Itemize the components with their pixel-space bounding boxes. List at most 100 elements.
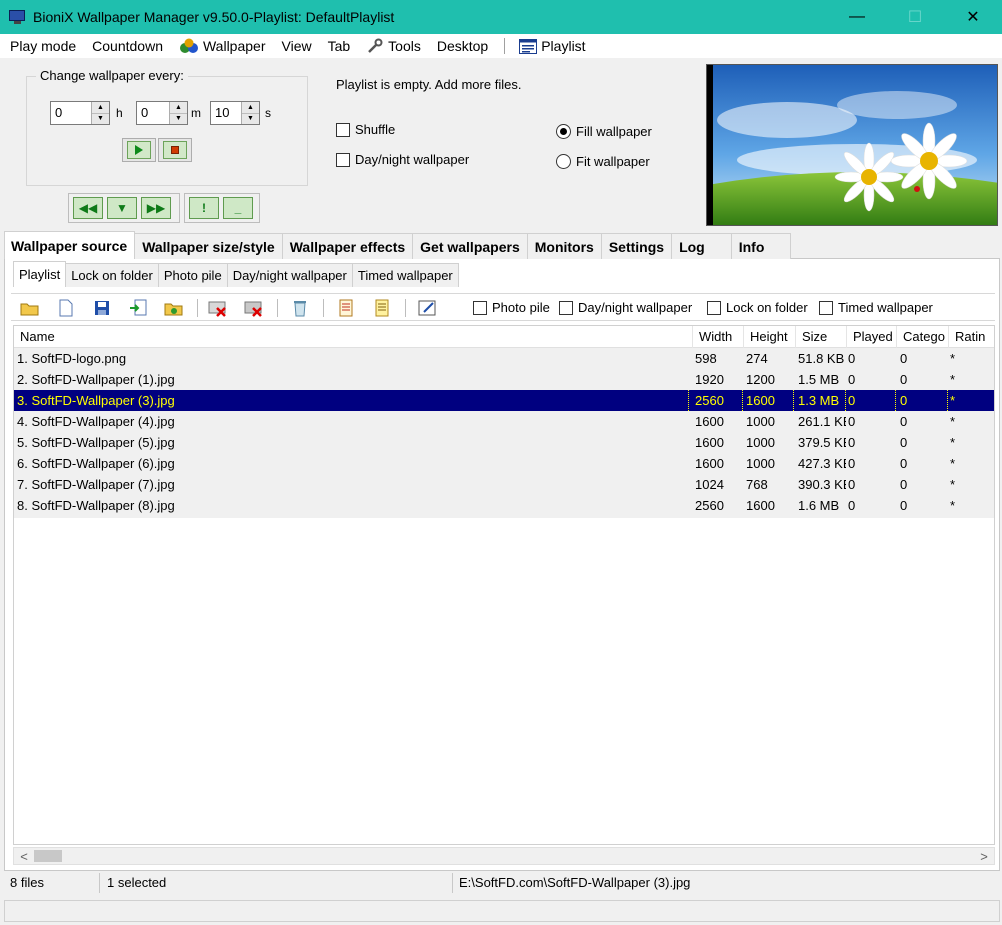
column-height[interactable]: Height bbox=[743, 326, 795, 348]
scroll-left-icon[interactable]: < bbox=[15, 848, 33, 864]
previous-wallpaper-button[interactable]: ◀◀ bbox=[73, 197, 103, 219]
fill-radio-circle bbox=[556, 124, 571, 139]
seconds-down-arrow-icon[interactable]: ▼ bbox=[242, 113, 259, 124]
subtab-day-night[interactable]: Day/night wallpaper bbox=[226, 263, 353, 287]
recycle-bin-icon[interactable] bbox=[289, 298, 311, 318]
fit-wallpaper-radio[interactable]: Fit wallpaper bbox=[556, 154, 650, 169]
menu-playlist[interactable]: Playlist bbox=[511, 34, 593, 58]
cell-name: 2. SoftFD-Wallpaper (1).jpg bbox=[17, 372, 175, 387]
table-row[interactable]: 3. SoftFD-Wallpaper (3).jpg 2560 1600 1.3 M… bbox=[14, 390, 994, 411]
column-size[interactable]: Size bbox=[795, 326, 846, 348]
close-button[interactable]: ✕ bbox=[944, 0, 1002, 34]
menu-play-mode[interactable]: Play mode bbox=[0, 34, 84, 58]
lock-on-folder-filter-checkbox[interactable]: Lock on folder bbox=[707, 300, 808, 315]
open-folder-icon[interactable] bbox=[19, 298, 41, 318]
menu-playlist-label: Playlist bbox=[541, 38, 586, 54]
import-icon[interactable] bbox=[127, 298, 149, 318]
tab-wallpaper-size-style[interactable]: Wallpaper size/style bbox=[134, 233, 283, 259]
table-row[interactable]: 7. SoftFD-Wallpaper (7).jpg 1024 768 390.3 … bbox=[14, 474, 994, 495]
cell-size: 1.6 MB bbox=[798, 498, 840, 513]
playlist-table[interactable]: Name Width Height Size Played Catego Rat… bbox=[13, 325, 995, 845]
fill-wallpaper-radio[interactable]: Fill wallpaper bbox=[556, 124, 652, 139]
hours-up-arrow-icon[interactable]: ▲ bbox=[92, 102, 109, 114]
menu-view[interactable]: View bbox=[274, 34, 320, 58]
tab-wallpaper-source[interactable]: Wallpaper source bbox=[4, 231, 136, 259]
next-wallpaper-button[interactable]: ▶▶ bbox=[141, 197, 171, 219]
timed-filter-checkbox[interactable]: Timed wallpaper bbox=[819, 300, 933, 315]
table-row[interactable]: 1. SoftFD-logo.png 598 274 51.8 KB 0 0 * bbox=[14, 348, 994, 369]
subtab-timed-wallpaper[interactable]: Timed wallpaper bbox=[351, 263, 459, 287]
next-down-button[interactable]: ▼ bbox=[107, 197, 137, 219]
daynight-checkbox[interactable]: Day/night wallpaper bbox=[336, 152, 469, 167]
play-icon bbox=[135, 145, 143, 155]
cell-played: 0 bbox=[848, 477, 856, 492]
tab-wallpaper-effects[interactable]: Wallpaper effects bbox=[281, 233, 414, 259]
main-tab-strip: Wallpaper source Wallpaper size/style Wa… bbox=[4, 231, 1000, 259]
cell-width: 1600 bbox=[695, 435, 724, 450]
cell-size: 390.3 KB bbox=[798, 477, 846, 492]
maximize-button[interactable]: ☐ bbox=[886, 0, 944, 34]
minimize-to-tray-button[interactable]: _ bbox=[223, 197, 253, 219]
cell-name: 8. SoftFD-Wallpaper (8).jpg bbox=[17, 498, 175, 513]
table-row[interactable]: 8. SoftFD-Wallpaper (8).jpg 2560 1600 1.6 M… bbox=[14, 495, 994, 516]
hours-down-arrow-icon[interactable]: ▼ bbox=[92, 113, 109, 124]
day-night-filter-checkbox[interactable]: Day/night wallpaper bbox=[559, 300, 692, 315]
cell-height: 768 bbox=[746, 477, 768, 492]
minutes-down-arrow-icon[interactable]: ▼ bbox=[170, 113, 187, 124]
shuffle-checkbox[interactable]: Shuffle bbox=[336, 122, 395, 137]
menu-countdown[interactable]: Countdown bbox=[84, 34, 171, 58]
minimize-button[interactable]: — bbox=[828, 0, 886, 34]
tab-info[interactable]: Info bbox=[730, 233, 792, 259]
table-row[interactable]: 2. SoftFD-Wallpaper (1).jpg 1920 1200 1.5 M… bbox=[14, 369, 994, 390]
tab-get-wallpapers[interactable]: Get wallpapers bbox=[412, 233, 528, 259]
photo-pile-filter-checkbox[interactable]: Photo pile bbox=[473, 300, 550, 315]
status-bar: 8 files 1 selected E:\SoftFD.com\SoftFD-… bbox=[4, 871, 1000, 895]
tab-log[interactable]: Log bbox=[671, 233, 732, 259]
status-file-count: 8 files bbox=[4, 873, 100, 893]
column-name[interactable]: Name bbox=[14, 326, 692, 348]
table-row[interactable]: 4. SoftFD-Wallpaper (4).jpg 1600 1000 261.1… bbox=[14, 411, 994, 432]
menu-wallpaper[interactable]: Wallpaper bbox=[171, 34, 274, 58]
table-row[interactable]: 5. SoftFD-Wallpaper (5).jpg 1600 1000 379.5… bbox=[14, 432, 994, 453]
cell-played: 0 bbox=[848, 498, 856, 513]
properties-icon[interactable] bbox=[335, 298, 357, 318]
column-rating[interactable]: Ratin bbox=[948, 326, 994, 348]
minutes-stepper[interactable]: 0 ▲ ▼ bbox=[136, 101, 188, 125]
seconds-up-arrow-icon[interactable]: ▲ bbox=[242, 102, 259, 114]
table-row[interactable]: 6. SoftFD-Wallpaper (6).jpg 1600 1000 427.3… bbox=[14, 453, 994, 474]
scrollbar-thumb[interactable] bbox=[34, 850, 62, 862]
stop-icon bbox=[171, 146, 179, 154]
horizontal-scrollbar[interactable]: < > bbox=[13, 847, 995, 865]
remove-all-icon[interactable] bbox=[243, 298, 265, 318]
minutes-up-arrow-icon[interactable]: ▲ bbox=[170, 102, 187, 114]
save-icon[interactable] bbox=[91, 298, 113, 318]
alert-button[interactable]: ! bbox=[189, 197, 219, 219]
hours-stepper[interactable]: 0 ▲ ▼ bbox=[50, 101, 110, 125]
add-folder-icon[interactable] bbox=[163, 298, 185, 318]
cell-played: 0 bbox=[848, 351, 856, 366]
cell-height: 1000 bbox=[746, 456, 775, 471]
column-width[interactable]: Width bbox=[692, 326, 743, 348]
play-button[interactable] bbox=[122, 138, 156, 162]
tab-settings[interactable]: Settings bbox=[600, 233, 673, 259]
column-played[interactable]: Played bbox=[846, 326, 896, 348]
column-category[interactable]: Catego bbox=[896, 326, 948, 348]
notes-icon[interactable] bbox=[371, 298, 393, 318]
stop-button[interactable] bbox=[158, 138, 192, 162]
cell-rating: * bbox=[950, 390, 994, 411]
subtab-lock-on-folder[interactable]: Lock on folder bbox=[65, 263, 159, 287]
tab-monitors[interactable]: Monitors bbox=[526, 233, 602, 259]
remove-item-icon[interactable] bbox=[207, 298, 229, 318]
menu-desktop[interactable]: Desktop bbox=[429, 34, 496, 58]
subtab-photo-pile[interactable]: Photo pile bbox=[157, 263, 228, 287]
new-file-icon[interactable] bbox=[55, 298, 77, 318]
edit-list-icon[interactable] bbox=[417, 298, 439, 318]
menu-tools[interactable]: Tools bbox=[358, 34, 429, 58]
scroll-right-icon[interactable]: > bbox=[975, 848, 993, 864]
menu-tab[interactable]: Tab bbox=[320, 34, 359, 58]
wallpaper-preview[interactable] bbox=[706, 64, 998, 226]
seconds-stepper[interactable]: 10 ▲ ▼ bbox=[210, 101, 260, 125]
playlist-status-text: Playlist is empty. Add more files. bbox=[336, 77, 522, 92]
photo-pile-filter-label: Photo pile bbox=[492, 300, 550, 315]
subtab-playlist[interactable]: Playlist bbox=[13, 261, 67, 287]
